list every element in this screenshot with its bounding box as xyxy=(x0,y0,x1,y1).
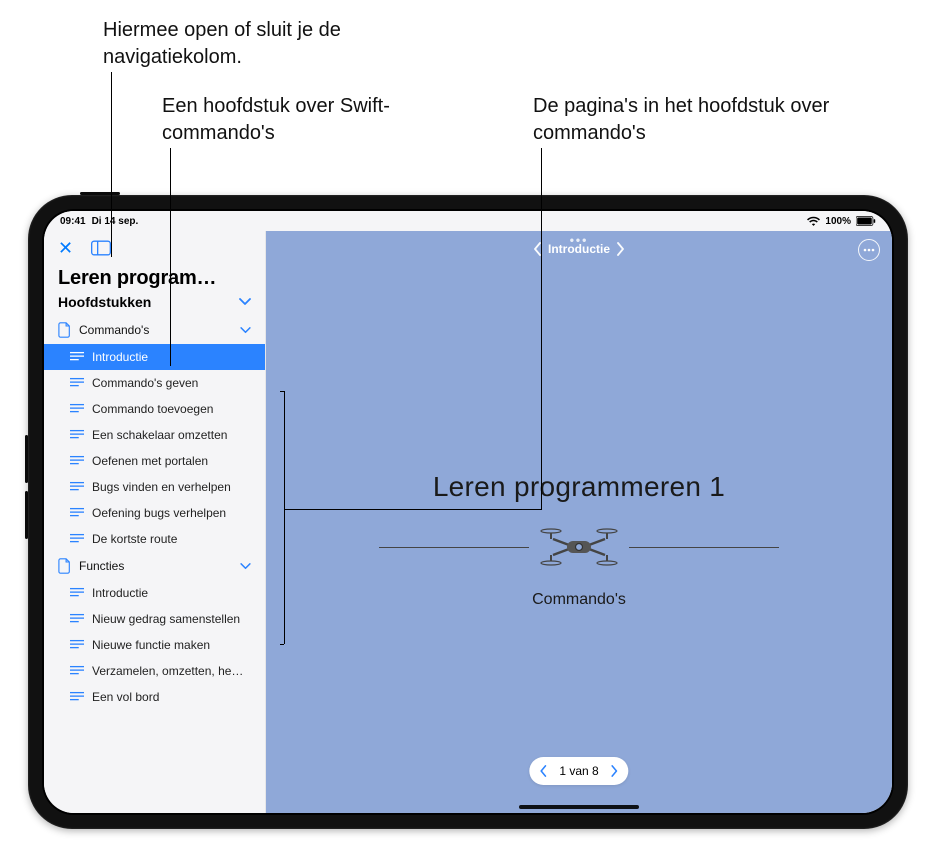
page-label: Een schakelaar omzetten xyxy=(92,428,227,442)
page-label: Introductie xyxy=(92,586,148,600)
sidebar-toggle-icon[interactable] xyxy=(91,240,111,256)
chevron-left-icon[interactable] xyxy=(539,765,547,777)
status-bar: 09:41 Di 14 sep. 100% xyxy=(44,211,892,231)
wifi-icon xyxy=(807,216,820,226)
divider-line xyxy=(629,547,779,548)
lines-icon xyxy=(70,665,84,677)
page-row[interactable]: Een vol bord xyxy=(44,684,265,710)
page-label: Commando toevoegen xyxy=(92,402,213,416)
ipad-screen: 09:41 Di 14 sep. 100% xyxy=(44,211,892,813)
page-row[interactable]: Oefenen met portalen xyxy=(44,448,265,474)
page-label: Nieuw gedrag samenstellen xyxy=(92,612,240,626)
lines-icon xyxy=(70,507,84,519)
leader-line xyxy=(541,148,542,510)
page-label: Bugs vinden en verhelpen xyxy=(92,480,231,494)
document-icon xyxy=(58,558,71,574)
close-button[interactable]: ✕ xyxy=(58,239,73,257)
leader-line xyxy=(280,644,284,645)
lines-icon xyxy=(70,639,84,651)
ipad-frame: 09:41 Di 14 sep. 100% xyxy=(28,195,908,829)
leader-line xyxy=(170,148,171,366)
more-button[interactable] xyxy=(858,239,880,261)
lines-icon xyxy=(70,351,84,363)
lines-icon xyxy=(70,403,84,415)
page-label: Oefening bugs verhelpen xyxy=(92,506,226,520)
page-label: Introductie xyxy=(92,350,148,364)
callout-swift-chapter: Een hoofdstuk over Swift-commando's xyxy=(162,93,412,147)
lines-icon xyxy=(70,691,84,703)
lines-icon xyxy=(70,533,84,545)
lines-icon xyxy=(70,455,84,467)
lines-icon xyxy=(70,429,84,441)
leader-line xyxy=(284,509,541,510)
main-center: Leren programmeren 1 xyxy=(266,267,892,813)
chevron-down-icon xyxy=(240,327,251,334)
chevron-down-icon xyxy=(239,298,251,306)
page-label: Oefenen met portalen xyxy=(92,454,208,468)
leader-line xyxy=(280,391,284,392)
lines-icon xyxy=(70,613,84,625)
pager-label: 1 van 8 xyxy=(559,764,598,778)
page-row[interactable]: Introductie xyxy=(44,580,265,606)
page-row-introductie[interactable]: Introductie xyxy=(44,344,265,370)
sidebar-section-header[interactable]: Hoofdstukken xyxy=(44,292,265,316)
chapter-label: Commando's xyxy=(79,323,149,337)
chevron-right-icon[interactable] xyxy=(611,765,619,777)
main-content: ••• Introductie xyxy=(266,231,892,813)
status-date: Di 14 sep. xyxy=(92,216,139,227)
main-topbar: ••• Introductie xyxy=(266,231,892,267)
lines-icon xyxy=(70,481,84,493)
chapter-title: Commando's xyxy=(532,591,626,609)
sidebar-title: Leren program… xyxy=(44,261,265,292)
chevron-down-icon xyxy=(240,563,251,570)
lines-icon xyxy=(70,587,84,599)
home-indicator[interactable] xyxy=(519,805,639,809)
page-row[interactable]: Verzamelen, omzetten, he… xyxy=(44,658,265,684)
callout-chapter-pages: De pagina's in het hoofdstuk over comman… xyxy=(533,93,873,147)
volume-down-button xyxy=(25,491,28,539)
page-row[interactable]: Commando's geven xyxy=(44,370,265,396)
page-row[interactable]: Nieuwe functie maken xyxy=(44,632,265,658)
chapter-label: Functies xyxy=(79,559,124,573)
page-pager[interactable]: 1 van 8 xyxy=(529,757,628,785)
page-row[interactable]: Nieuw gedrag samenstellen xyxy=(44,606,265,632)
page-label: Verzamelen, omzetten, he… xyxy=(92,664,243,678)
power-button xyxy=(80,192,120,195)
page-label: De kortste route xyxy=(92,532,177,546)
page-row[interactable]: Commando toevoegen xyxy=(44,396,265,422)
section-header-label: Hoofdstukken xyxy=(58,294,151,310)
page-label: Een vol bord xyxy=(92,690,159,704)
battery-icon xyxy=(856,216,876,226)
leader-line xyxy=(111,72,112,257)
chapter-row-commandos[interactable]: Commando's xyxy=(44,316,265,344)
divider-line xyxy=(379,547,529,548)
drone-icon xyxy=(539,523,619,571)
multitasking-dots-icon[interactable]: ••• xyxy=(570,233,589,247)
status-battery-text: 100% xyxy=(825,216,851,227)
lines-icon xyxy=(70,377,84,389)
page-row[interactable]: Bugs vinden en verhelpen xyxy=(44,474,265,500)
page-row[interactable]: Een schakelaar omzetten xyxy=(44,422,265,448)
chevron-right-icon[interactable] xyxy=(616,242,625,256)
page-label: Commando's geven xyxy=(92,376,198,390)
chapter-row-functies[interactable]: Functies xyxy=(44,552,265,580)
page-row[interactable]: Oefening bugs verhelpen xyxy=(44,500,265,526)
document-icon xyxy=(58,322,71,338)
course-title: Leren programmeren 1 xyxy=(433,471,725,503)
chapter-list: Commando's Introductie Comm xyxy=(44,316,265,710)
status-time: 09:41 xyxy=(60,216,86,227)
volume-up-button xyxy=(25,435,28,483)
callout-nav-toggle: Hiermee open of sluit je de navigatiekol… xyxy=(103,17,423,71)
leader-line xyxy=(284,391,285,644)
navigation-sidebar: ✕ Leren program… Hoofdstukken xyxy=(44,231,266,813)
page-row[interactable]: De kortste route xyxy=(44,526,265,552)
drone-divider xyxy=(379,523,779,571)
page-label: Nieuwe functie maken xyxy=(92,638,210,652)
